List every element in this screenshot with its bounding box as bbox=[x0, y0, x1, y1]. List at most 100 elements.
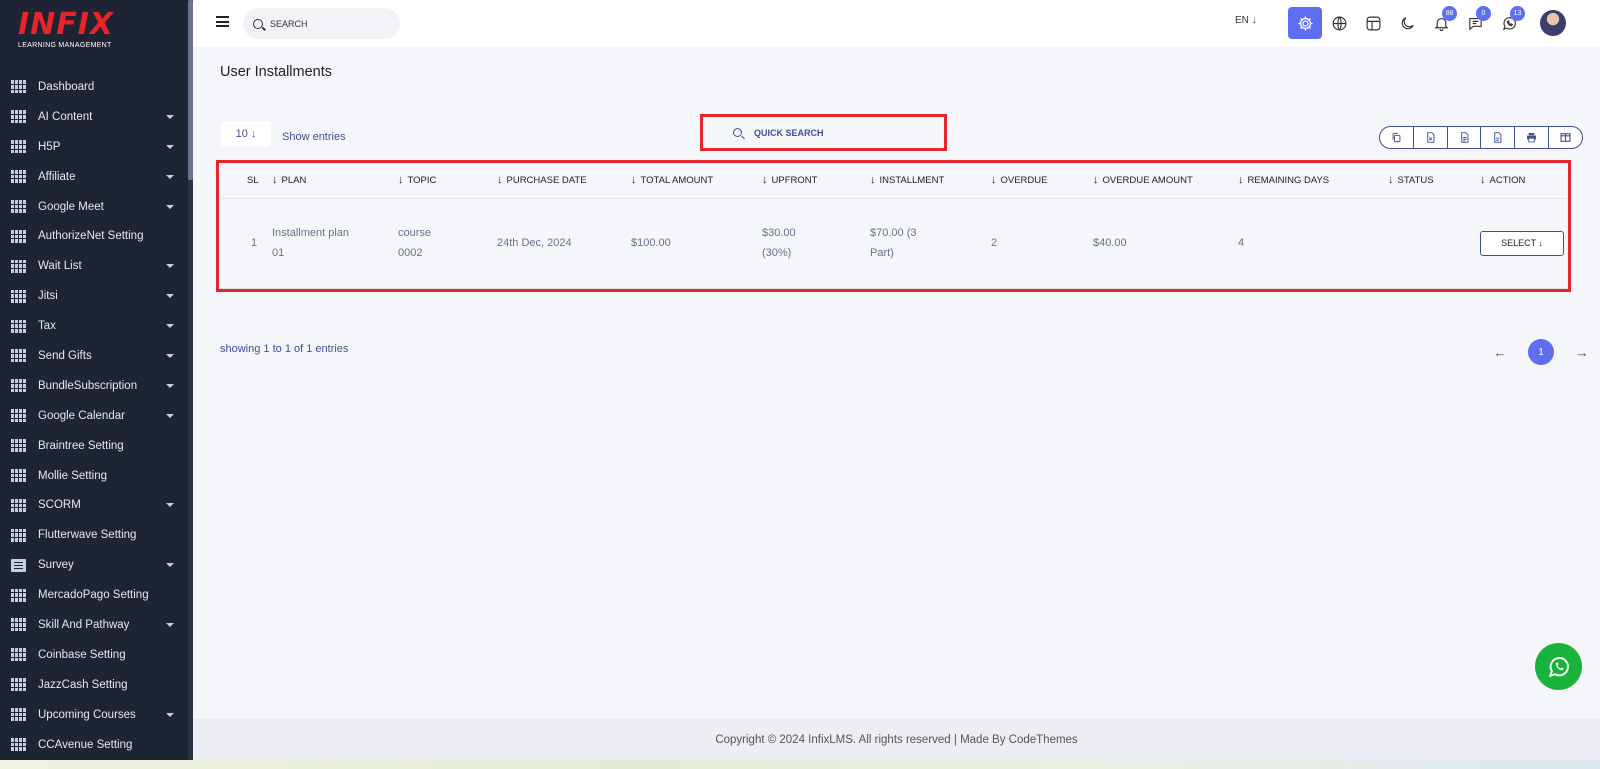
menu-toggle-icon[interactable] bbox=[216, 16, 229, 27]
chevron-down-icon[interactable] bbox=[166, 264, 174, 269]
export-pdf-button[interactable] bbox=[1481, 127, 1516, 148]
sidebar-item-affiliate[interactable]: Affiliate bbox=[0, 162, 188, 192]
prev-page-arrow-icon[interactable]: ← bbox=[1490, 345, 1510, 360]
grid-icon bbox=[11, 708, 26, 722]
dark-mode-moon-icon[interactable] bbox=[1390, 7, 1424, 39]
chevron-down-icon[interactable] bbox=[166, 114, 174, 119]
cell-overdue: 2 bbox=[991, 198, 1093, 289]
col-header-upfront[interactable]: ↓ UPFRONT bbox=[762, 163, 870, 199]
sidebar-item-upcoming-courses[interactable]: Upcoming Courses bbox=[0, 700, 188, 730]
export-buttons bbox=[1379, 126, 1583, 149]
sidebar-item-h5p[interactable]: H5P bbox=[0, 132, 188, 162]
next-page-arrow-icon[interactable]: → bbox=[1572, 345, 1592, 360]
sidebar-item-scorm[interactable]: SCORM bbox=[0, 490, 188, 520]
sidebar-item-mollie-setting[interactable]: Mollie Setting bbox=[0, 461, 188, 491]
messages-icon[interactable]: 0 bbox=[1458, 6, 1492, 39]
sidebar-item-ai-content[interactable]: AI Content bbox=[0, 102, 188, 132]
col-header-total-amount[interactable]: ↓ TOTAL AMOUNT bbox=[631, 163, 762, 199]
sidebar-item-coinbase-setting[interactable]: Coinbase Setting bbox=[0, 640, 188, 670]
grid-icon bbox=[11, 229, 26, 243]
sidebar-nav: Dashboard AI Content H5P Affiliate Google Me… bbox=[0, 72, 188, 759]
sidebar-item-survey[interactable]: Survey bbox=[0, 550, 188, 580]
sidebar-item-label: Affiliate bbox=[38, 170, 76, 183]
sidebar-item-label: BundleSubscription bbox=[38, 379, 138, 392]
sidebar-item-dashboard[interactable]: Dashboard bbox=[0, 72, 188, 102]
quick-search-input[interactable] bbox=[754, 127, 924, 138]
sidebar-item-jitsi[interactable]: Jitsi bbox=[0, 281, 188, 311]
sidebar-item-label: Send Gifts bbox=[38, 349, 92, 362]
table-row: 1 Installment plan 01 course 0002 24th D… bbox=[220, 198, 1567, 289]
export-csv-button[interactable] bbox=[1448, 127, 1482, 148]
whatsapp-badge: 13 bbox=[1510, 6, 1525, 21]
col-header-overdue[interactable]: ↓ OVERDUE bbox=[991, 163, 1093, 199]
col-header-topic[interactable]: ↓ TOPIC bbox=[398, 163, 497, 199]
grid-icon bbox=[11, 319, 26, 333]
col-header-installment[interactable]: ↓ INSTALLMENT bbox=[870, 163, 991, 199]
sidebar-item-tax[interactable]: Tax bbox=[0, 311, 188, 341]
sidebar-item-flutterwave-setting[interactable]: Flutterwave Setting bbox=[0, 520, 188, 550]
print-button[interactable] bbox=[1515, 127, 1550, 148]
sidebar-item-label: Tax bbox=[38, 320, 56, 333]
export-excel-button[interactable] bbox=[1414, 127, 1448, 148]
sidebar-item-jazzcash-setting[interactable]: JazzCash Setting bbox=[0, 670, 188, 700]
entries-per-page-select[interactable]: 10 ↓ bbox=[221, 121, 271, 147]
chevron-down-icon[interactable] bbox=[166, 503, 174, 508]
page-number-button[interactable]: 1 bbox=[1528, 339, 1554, 365]
chevron-down-icon[interactable] bbox=[166, 563, 174, 568]
print-icon bbox=[1527, 133, 1537, 143]
grid-icon bbox=[11, 738, 26, 752]
sidebar-item-skill-and-pathway[interactable]: Skill And Pathway bbox=[0, 610, 188, 640]
grid-icon bbox=[11, 289, 26, 303]
chevron-down-icon[interactable] bbox=[166, 622, 174, 627]
sidebar-item-google-meet[interactable]: Google Meet bbox=[0, 192, 188, 222]
whatsapp-floating-button[interactable] bbox=[1535, 643, 1582, 690]
whatsapp-chat-icon[interactable]: 13 bbox=[1492, 6, 1526, 39]
col-header-overdue-amount[interactable]: ↓ OVERDUE AMOUNT bbox=[1093, 163, 1238, 199]
chevron-down-icon[interactable] bbox=[166, 383, 174, 388]
sidebar-item-authorizenet-setting[interactable]: AuthorizeNet Setting bbox=[0, 221, 188, 251]
sidebar-item-label: Google Meet bbox=[38, 200, 104, 213]
language-selector[interactable]: EN ↓ bbox=[1235, 15, 1257, 26]
chevron-down-icon[interactable] bbox=[166, 324, 174, 329]
entries-label: Show entries bbox=[282, 131, 346, 143]
cell-total-amount: $100.00 bbox=[631, 198, 762, 289]
chevron-down-icon[interactable] bbox=[166, 144, 174, 149]
sidebar-item-mercadopago-setting[interactable]: MercadoPago Setting bbox=[0, 580, 188, 610]
cell-installment: $70.00 (3 Part) bbox=[870, 198, 991, 289]
col-header-remaining-days[interactable]: ↓ REMAINING DAYS bbox=[1238, 163, 1388, 199]
col-header-action[interactable]: ↓ ACTION bbox=[1480, 163, 1567, 199]
logo[interactable]: INFIX LEARNING MANAGEMENT bbox=[18, 10, 128, 56]
layout-icon[interactable] bbox=[1356, 7, 1390, 39]
chevron-down-icon[interactable] bbox=[166, 413, 174, 418]
sidebar-item-google-calendar[interactable]: Google Calendar bbox=[0, 401, 188, 431]
sort-arrow-icon: ↓ bbox=[398, 174, 404, 187]
col-header-status[interactable]: ↓ STATUS bbox=[1388, 163, 1480, 199]
sidebar-item-send-gifts[interactable]: Send Gifts bbox=[0, 341, 188, 371]
sort-arrow-icon: ↓ bbox=[272, 174, 278, 187]
sort-arrow-icon: ↓ bbox=[762, 174, 768, 187]
sidebar-item-ccavenue-setting[interactable]: CCAvenue Setting bbox=[0, 730, 188, 760]
columns-icon bbox=[1560, 133, 1571, 142]
grid-icon bbox=[11, 528, 26, 542]
col-header-sl[interactable]: SL bbox=[220, 163, 272, 199]
grid-icon bbox=[11, 648, 26, 662]
notification-bell-icon[interactable]: 88 bbox=[1424, 6, 1458, 39]
chevron-down-icon[interactable] bbox=[166, 712, 174, 717]
column-visibility-button[interactable] bbox=[1549, 127, 1582, 148]
chevron-down-icon[interactable] bbox=[166, 353, 174, 358]
globe-icon[interactable] bbox=[1322, 7, 1356, 39]
top-search-input[interactable] bbox=[270, 18, 390, 29]
chevron-down-icon[interactable] bbox=[166, 204, 174, 209]
sidebar-item-braintree-setting[interactable]: Braintree Setting bbox=[0, 431, 188, 461]
chevron-down-icon[interactable] bbox=[166, 294, 174, 299]
chevron-down-icon[interactable] bbox=[166, 174, 174, 179]
sidebar-item-label: JazzCash Setting bbox=[38, 678, 128, 691]
row-action-select-button[interactable]: SELECT ↓ bbox=[1480, 230, 1564, 256]
sidebar-item-bundlesubscription[interactable]: BundleSubscription bbox=[0, 371, 188, 401]
col-header-purchase-date[interactable]: ↓ PURCHASE DATE bbox=[497, 163, 631, 199]
settings-gear-icon[interactable] bbox=[1288, 7, 1322, 39]
col-header-plan[interactable]: ↓ PLAN bbox=[272, 163, 398, 199]
sidebar-item-wait-list[interactable]: Wait List bbox=[0, 251, 188, 281]
user-avatar[interactable] bbox=[1540, 10, 1566, 36]
copy-button[interactable] bbox=[1380, 127, 1414, 148]
